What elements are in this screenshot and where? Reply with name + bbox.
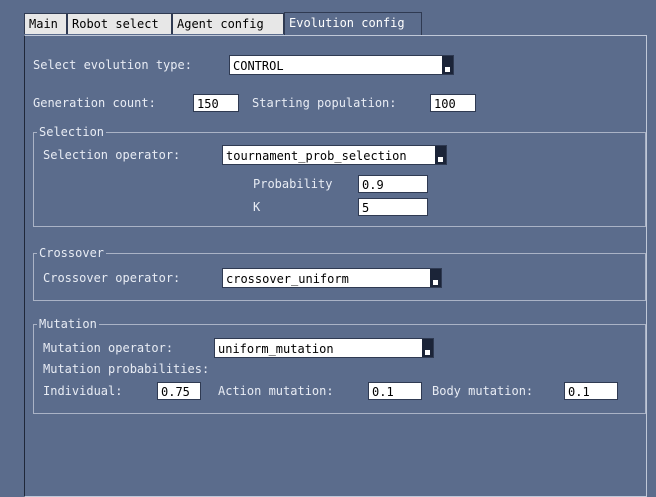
selection-group: Selection Selection operator: tournament… [33, 124, 646, 227]
evolution-type-label: Select evolution type: [33, 58, 192, 72]
individual-input[interactable]: 0.75 [157, 382, 201, 400]
mutation-group: Mutation Mutation operator: uniform_muta… [33, 316, 646, 414]
mutation-operator-label: Mutation operator: [43, 341, 174, 355]
action-mutation-label: Action mutation: [218, 384, 334, 398]
evolution-config-panel: Select evolution type: CONTROL Generatio… [24, 35, 647, 497]
body-mutation-label: Body mutation: [432, 384, 534, 398]
tab-main[interactable]: Main [24, 13, 67, 34]
crossover-group: Crossover Crossover operator: crossover_… [33, 245, 646, 301]
body-mutation-input[interactable]: 0.1 [564, 382, 618, 400]
k-input[interactable]: 5 [358, 198, 428, 216]
probability-input[interactable]: 0.9 [358, 175, 428, 193]
tab-agent-config[interactable]: Agent config [172, 13, 284, 34]
individual-label: Individual: [43, 384, 123, 398]
action-mutation-input[interactable]: 0.1 [368, 382, 422, 400]
mutation-probabilities-label: Mutation probabilities: [43, 362, 210, 376]
starting-population-label: Starting population: [252, 96, 397, 110]
dropdown-arrow-icon [430, 269, 441, 287]
selection-operator-value: tournament_prob_selection [226, 149, 407, 163]
selection-operator-label: Selection operator: [43, 148, 181, 162]
evolution-type-value: CONTROL [233, 59, 284, 73]
tab-evolution-config[interactable]: Evolution config [284, 12, 422, 36]
crossover-operator-value: crossover_uniform [226, 272, 349, 286]
mutation-group-title: Mutation [37, 316, 99, 332]
crossover-operator-select[interactable]: crossover_uniform [222, 268, 442, 288]
generation-count-input[interactable]: 150 [193, 94, 239, 112]
evolution-type-select[interactable]: CONTROL [229, 55, 454, 75]
k-label: K [253, 200, 261, 214]
crossover-operator-label: Crossover operator: [43, 271, 181, 285]
dropdown-arrow-icon [435, 146, 446, 164]
probability-label: Probability [253, 177, 333, 191]
selection-group-title: Selection [37, 124, 107, 140]
dropdown-arrow-icon [422, 339, 433, 357]
mutation-operator-value: uniform_mutation [218, 342, 334, 356]
crossover-group-title: Crossover [37, 245, 107, 261]
starting-population-input[interactable]: 100 [430, 94, 476, 112]
generation-count-label: Generation count: [33, 96, 156, 110]
dropdown-arrow-icon [442, 56, 453, 74]
mutation-operator-select[interactable]: uniform_mutation [214, 338, 434, 358]
selection-operator-select[interactable]: tournament_prob_selection [222, 145, 447, 165]
tab-robot-select[interactable]: Robot select [67, 13, 172, 34]
